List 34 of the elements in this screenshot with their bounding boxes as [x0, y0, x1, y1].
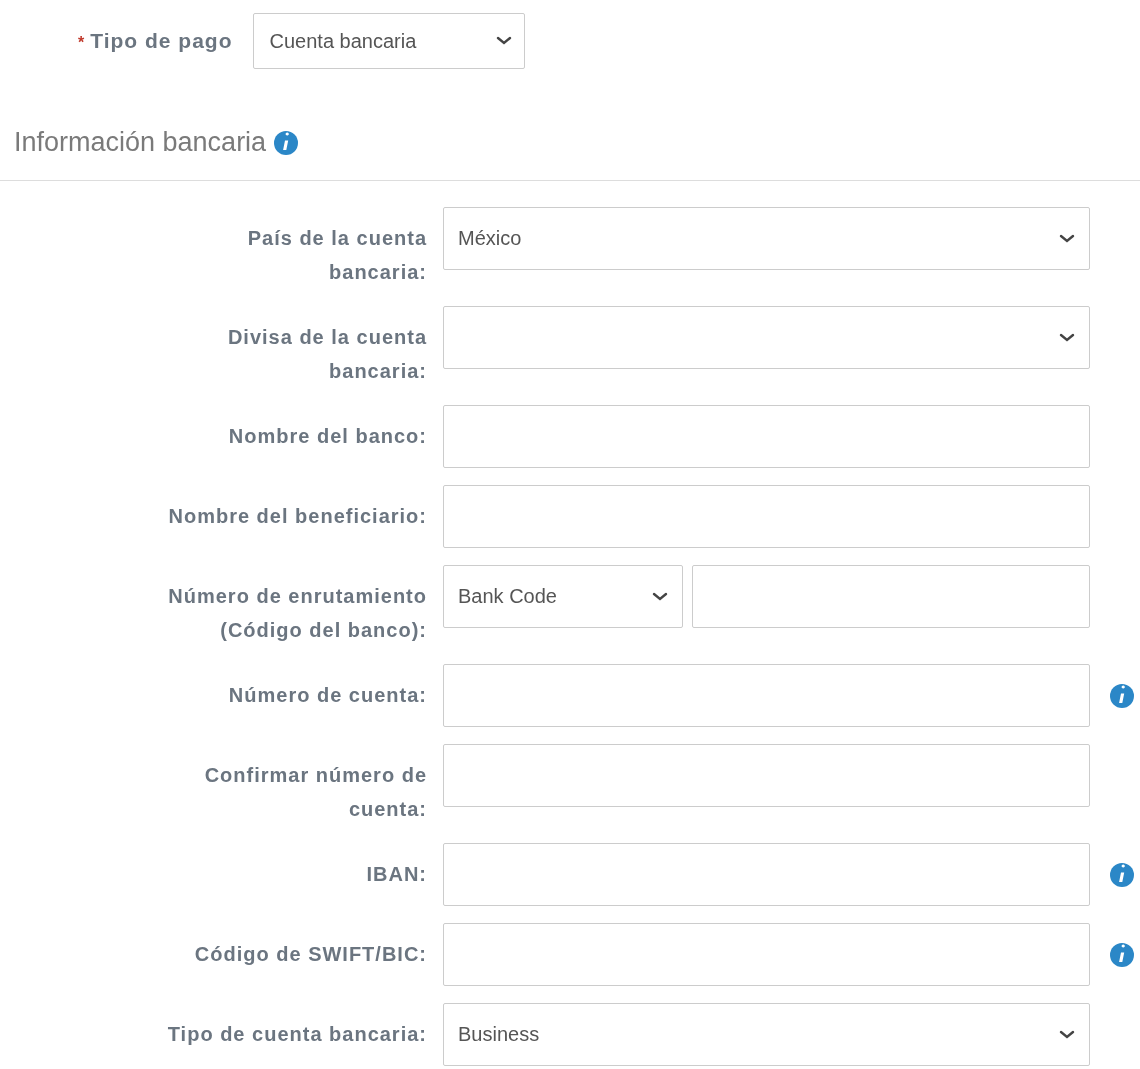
chevron-down-icon	[1059, 332, 1075, 343]
field-label: Número de enrutamiento (Código del banco):	[168, 584, 427, 643]
field-label: Tipo de cuenta bancaria:	[167, 1022, 427, 1047]
info-icon[interactable]	[1110, 684, 1134, 708]
dropdown-field[interactable]: México	[443, 207, 1090, 270]
input-field[interactable]	[443, 744, 1090, 807]
field-label: Tipo de pago	[90, 29, 233, 53]
input-field[interactable]	[443, 405, 1090, 468]
section-title: Información bancaria	[14, 127, 267, 158]
payment-type-select[interactable]: Cuenta bancaria	[252, 13, 525, 69]
field-label: Nombre del banco:	[228, 424, 427, 449]
input-field[interactable]	[443, 485, 1090, 548]
chevron-down-icon	[1059, 1029, 1075, 1040]
info-icon[interactable]	[274, 130, 299, 155]
info-icon[interactable]	[1110, 943, 1134, 967]
field-label: IBAN:	[366, 862, 427, 887]
field-label: País de la cuenta bancaria:	[247, 226, 427, 285]
dropdown-field[interactable]: Bank Code	[443, 565, 683, 628]
field-label: Confirmar número de cuenta:	[204, 763, 427, 822]
input-field[interactable]	[443, 843, 1090, 906]
chevron-down-icon	[495, 36, 512, 46]
field-label: Nombre del beneficiario:	[168, 504, 427, 529]
input-field[interactable]	[443, 664, 1090, 727]
chevron-down-icon	[652, 591, 668, 602]
chevron-down-icon	[1059, 233, 1075, 244]
dropdown-field[interactable]: Business	[443, 1003, 1090, 1066]
required-mark: *	[78, 34, 86, 52]
info-icon[interactable]	[1110, 863, 1134, 887]
dropdown-field[interactable]	[443, 306, 1090, 369]
input-field[interactable]	[692, 565, 1090, 628]
field-label: Número de cuenta:	[228, 683, 427, 708]
field-label: Divisa de la cuenta bancaria:	[227, 325, 427, 384]
input-field[interactable]	[443, 923, 1090, 986]
field-label: Código de SWIFT/BIC:	[194, 942, 427, 967]
